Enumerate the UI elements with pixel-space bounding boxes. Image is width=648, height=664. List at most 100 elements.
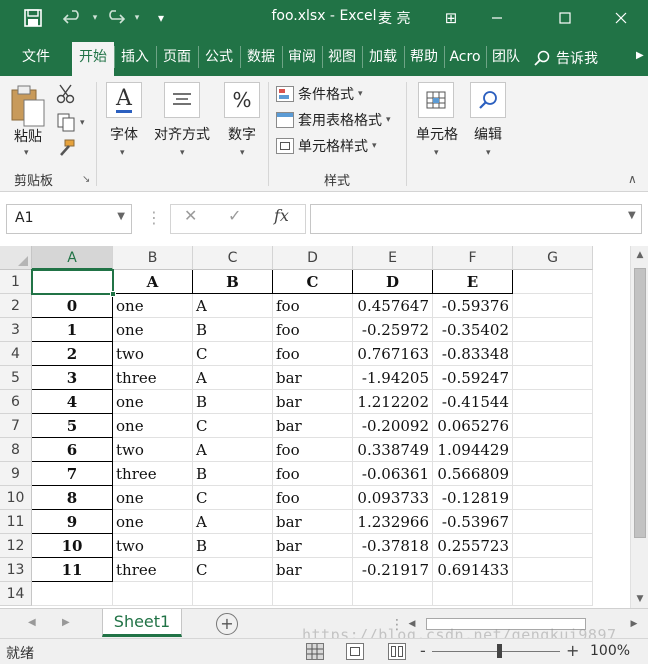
minimize-button[interactable]	[474, 0, 520, 36]
cell-c2[interactable]: A	[193, 294, 273, 318]
zoom-slider-thumb[interactable]	[497, 644, 502, 658]
cells-icon[interactable]	[418, 82, 454, 118]
add-sheet-button[interactable]: +	[216, 613, 238, 635]
tab-1[interactable]: 开始	[72, 42, 114, 76]
paste-dropdown-icon[interactable]: ▾	[24, 148, 29, 158]
paste-button[interactable]: 粘贴	[10, 126, 46, 146]
cell-e14[interactable]	[353, 582, 433, 606]
zoom-out-button[interactable]: -	[420, 641, 426, 660]
undo-dropdown-icon[interactable]: ▾	[84, 8, 106, 28]
sheet-scroll-left-icon[interactable]: ◀	[28, 617, 36, 628]
cell-styles-button[interactable]: 单元格样式 ▾	[276, 134, 377, 158]
cell-g13[interactable]	[513, 558, 593, 582]
row-header-1[interactable]: 1	[0, 270, 32, 294]
tab-7[interactable]: 视图	[322, 42, 362, 76]
cell-a14[interactable]	[32, 582, 113, 606]
cell-a11[interactable]: 9	[32, 510, 113, 534]
cell-f4[interactable]: -0.83348	[433, 342, 513, 366]
scroll-down-icon[interactable]: ▼	[631, 590, 648, 608]
column-header-d[interactable]: D	[273, 246, 353, 270]
cell-c14[interactable]	[193, 582, 273, 606]
cancel-icon[interactable]: ✕	[184, 206, 197, 225]
cell-e6[interactable]: 1.212202	[353, 390, 433, 414]
tabs-scroll-right-icon[interactable]: ▶	[636, 50, 644, 61]
cell-g14[interactable]	[513, 582, 593, 606]
cell-f13[interactable]: 0.691433	[433, 558, 513, 582]
row-header-10[interactable]: 10	[0, 486, 32, 510]
paste-icon[interactable]	[10, 84, 46, 128]
format-painter-icon[interactable]	[56, 138, 76, 158]
cell-d8[interactable]: foo	[273, 438, 353, 462]
maximize-button[interactable]	[542, 0, 588, 36]
cell-g7[interactable]	[513, 414, 593, 438]
cell-e9[interactable]: -0.06361	[353, 462, 433, 486]
cell-c7[interactable]: C	[193, 414, 273, 438]
zoom-slider[interactable]	[432, 651, 560, 652]
font-dropdown-icon[interactable]: ▾	[120, 148, 125, 158]
number-button[interactable]: 数字	[220, 124, 264, 144]
cell-g9[interactable]	[513, 462, 593, 486]
cell-a10[interactable]: 8	[32, 486, 113, 510]
cell-a8[interactable]: 6	[32, 438, 113, 462]
cell-d14[interactable]	[273, 582, 353, 606]
cell-a13[interactable]: 11	[32, 558, 113, 582]
cell-f9[interactable]: 0.566809	[433, 462, 513, 486]
cell-e10[interactable]: 0.093733	[353, 486, 433, 510]
cell-f1[interactable]: E	[433, 270, 513, 294]
cell-c9[interactable]: B	[193, 462, 273, 486]
undo-icon[interactable]	[62, 8, 84, 28]
cell-b10[interactable]: one	[113, 486, 193, 510]
cell-d12[interactable]: bar	[273, 534, 353, 558]
cell-f12[interactable]: 0.255723	[433, 534, 513, 558]
column-header-e[interactable]: E	[353, 246, 433, 270]
sheet-scroll-right-icon[interactable]: ▶	[62, 617, 70, 628]
row-header-4[interactable]: 4	[0, 342, 32, 366]
cell-b7[interactable]: one	[113, 414, 193, 438]
row-header-2[interactable]: 2	[0, 294, 32, 318]
redo-dropdown-icon[interactable]: ▾	[126, 8, 148, 28]
insert-function-button[interactable]: fx	[274, 206, 289, 225]
cell-d10[interactable]: foo	[273, 486, 353, 510]
ribbon-display-options-button[interactable]: ⊞	[428, 0, 474, 36]
cell-g4[interactable]	[513, 342, 593, 366]
column-header-b[interactable]: B	[113, 246, 193, 270]
cell-e13[interactable]: -0.21917	[353, 558, 433, 582]
scroll-up-icon[interactable]: ▲	[631, 246, 648, 264]
cell-b3[interactable]: one	[113, 318, 193, 342]
clipboard-dialog-launcher-icon[interactable]: ↘	[82, 174, 90, 185]
vertical-scroll-thumb[interactable]	[634, 268, 646, 538]
cell-f14[interactable]	[433, 582, 513, 606]
cell-b9[interactable]: three	[113, 462, 193, 486]
font-button[interactable]: 字体	[100, 124, 148, 144]
cell-a2[interactable]: 0	[32, 294, 113, 318]
cell-g5[interactable]	[513, 366, 593, 390]
tab-5[interactable]: 数据	[240, 42, 282, 76]
cell-b12[interactable]: two	[113, 534, 193, 558]
editing-button[interactable]: 编辑	[468, 124, 508, 144]
format-as-table-button[interactable]: 套用表格格式 ▾	[276, 108, 391, 132]
enter-icon[interactable]: ✓	[228, 206, 241, 225]
horizontal-scroll-thumb[interactable]	[426, 618, 586, 630]
column-header-g[interactable]: G	[513, 246, 593, 270]
expand-formula-bar-icon[interactable]: ▼	[628, 210, 636, 221]
cell-c12[interactable]: B	[193, 534, 273, 558]
cells-button[interactable]: 单元格	[412, 124, 462, 144]
name-box-dropdown-icon[interactable]: ▼	[117, 211, 125, 222]
cell-e7[interactable]: -0.20092	[353, 414, 433, 438]
cell-g6[interactable]	[513, 390, 593, 414]
user-name[interactable]: 麦 亮	[378, 8, 410, 28]
cell-f6[interactable]: -0.41544	[433, 390, 513, 414]
zoom-in-button[interactable]: +	[566, 641, 579, 660]
number-dropdown-icon[interactable]: ▾	[240, 148, 245, 158]
editing-dropdown-icon[interactable]: ▾	[486, 148, 491, 158]
cell-g1[interactable]	[513, 270, 593, 294]
editing-icon[interactable]	[470, 82, 506, 118]
column-header-f[interactable]: F	[433, 246, 513, 270]
font-icon[interactable]: A	[106, 82, 142, 118]
scroll-right-icon[interactable]: ▶	[626, 615, 642, 633]
cell-a9[interactable]: 7	[32, 462, 113, 486]
column-header-a[interactable]: A	[32, 246, 113, 270]
cell-f8[interactable]: 1.094429	[433, 438, 513, 462]
cell-g8[interactable]	[513, 438, 593, 462]
normal-view-icon[interactable]	[306, 643, 324, 660]
